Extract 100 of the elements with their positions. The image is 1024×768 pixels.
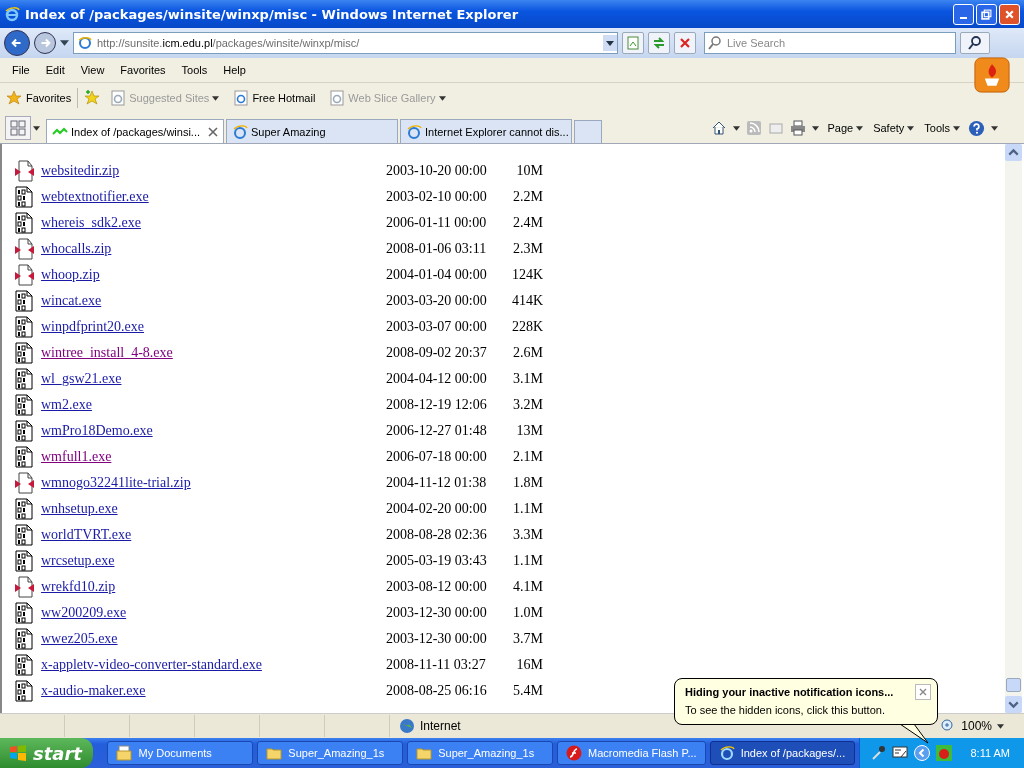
file-link[interactable]: winpdfprint20.exe xyxy=(41,319,386,335)
file-date: 2004-04-12 00:00 xyxy=(386,371,488,387)
scroll-thumb[interactable] xyxy=(1006,678,1021,692)
browser-icon xyxy=(718,745,735,761)
show-hidden-icons-icon[interactable] xyxy=(914,745,931,761)
menu-item[interactable]: File xyxy=(4,64,38,76)
close-tab-icon[interactable] xyxy=(208,126,218,137)
command-menu-button[interactable]: Safety xyxy=(871,122,917,134)
file-link[interactable]: x-audio-maker.exe xyxy=(41,683,386,699)
file-date: 2008-11-11 03:27 xyxy=(386,657,487,673)
home-icon[interactable] xyxy=(711,120,728,136)
file-size: 2.3M xyxy=(512,241,543,257)
compressed-file-icon xyxy=(14,264,34,286)
flame-logo-icon[interactable] xyxy=(974,57,1010,93)
minimize-button[interactable] xyxy=(953,3,974,25)
file-date: 2006-07-18 00:00 xyxy=(386,449,488,465)
file-date: 2003-08-12 00:00 xyxy=(386,579,488,595)
command-menu-button[interactable]: Page xyxy=(825,122,866,134)
file-size: 2.4M xyxy=(512,215,543,231)
dropdown-caret-icon[interactable] xyxy=(60,40,69,46)
keyboard-icon[interactable] xyxy=(892,745,909,761)
stop-button[interactable] xyxy=(674,32,696,54)
page-icon xyxy=(406,123,422,140)
search-field[interactable]: Live Search xyxy=(704,32,956,54)
file-link[interactable]: wwez205.exe xyxy=(41,631,386,647)
menu-item[interactable]: Tools xyxy=(173,64,216,76)
file-link[interactable]: wintree_install_4-8.exe xyxy=(41,345,386,361)
address-text: http://sunsite.icm.edu.pl/packages/winsite/winxp/misc/ xyxy=(97,37,361,49)
address-field[interactable]: http://sunsite.icm.edu.pl/packages/winsite/winxp/misc/ xyxy=(73,32,618,54)
file-size: 2.6M xyxy=(512,345,543,361)
browser-tab[interactable]: Index of /packages/winsi... xyxy=(46,119,224,143)
file-link[interactable]: wl_gsw21.exe xyxy=(41,371,386,387)
windows-logo-icon xyxy=(8,743,28,763)
caret-icon[interactable] xyxy=(997,723,1004,729)
zoom-level[interactable]: 100% xyxy=(961,719,992,733)
caret-icon[interactable] xyxy=(812,125,820,131)
clock: 8:11 AM xyxy=(970,747,1011,759)
taskbar-button[interactable]: Macromedia Flash P... xyxy=(557,741,706,765)
file-link[interactable]: whoop.zip xyxy=(41,267,386,283)
browser-tab[interactable]: Internet Explorer cannot dis... xyxy=(400,119,572,143)
vertical-scrollbar[interactable] xyxy=(1005,144,1022,713)
search-icon xyxy=(967,35,983,51)
flash-icon xyxy=(566,745,582,761)
close-icon xyxy=(1004,8,1015,20)
menu-item[interactable]: Edit xyxy=(37,64,73,76)
caret-icon[interactable] xyxy=(991,125,998,131)
binary-file-icon xyxy=(14,420,34,442)
file-link[interactable]: wmnogo32241lite-trial.zip xyxy=(41,475,386,491)
file-date: 2006-12-27 01:48 xyxy=(386,423,488,439)
file-link[interactable]: wm2.exe xyxy=(41,397,386,413)
close-button[interactable] xyxy=(915,684,931,700)
file-link[interactable]: worldTVRT.exe xyxy=(41,527,386,543)
search-icon xyxy=(707,35,723,51)
file-size: 1.1M xyxy=(512,553,543,569)
file-link[interactable]: x-appletv-video-converter-standard.exe xyxy=(41,657,386,673)
file-link[interactable]: websitedir.zip xyxy=(41,163,386,179)
caret-icon[interactable] xyxy=(733,125,741,131)
maximize-button[interactable] xyxy=(976,3,997,25)
scroll-down-icon[interactable] xyxy=(1005,696,1022,713)
file-link[interactable]: whocalls.zip xyxy=(41,241,386,257)
refresh-icon xyxy=(651,35,667,51)
taskbar-button[interactable]: Super_Amazing_1s xyxy=(407,741,553,765)
taskbar-button[interactable]: Super_Amazing_1s xyxy=(257,741,404,765)
search-button[interactable] xyxy=(960,32,990,54)
forward-button[interactable] xyxy=(34,32,56,54)
caret-icon xyxy=(907,125,915,131)
menu-item[interactable]: Help xyxy=(215,64,254,76)
binary-file-icon xyxy=(14,394,34,416)
file-link[interactable]: webtextnotifier.exe xyxy=(41,189,386,205)
refresh-button[interactable] xyxy=(648,32,670,54)
taskbar-button[interactable]: My Documents xyxy=(107,741,254,765)
binary-file-icon xyxy=(14,498,34,520)
printer-icon[interactable] xyxy=(790,120,807,136)
page-icon xyxy=(329,90,346,106)
taskbar-button[interactable]: Index of /packages/... xyxy=(709,741,856,765)
file-link[interactable]: wincat.exe xyxy=(41,293,386,309)
caret-icon[interactable] xyxy=(33,125,40,131)
command-menu-button[interactable]: Tools xyxy=(922,122,962,134)
file-size: 1.1M xyxy=(512,501,543,517)
file-date: 2008-12-19 12:06 xyxy=(386,397,488,413)
browser-tab[interactable]: Super Amazing xyxy=(226,119,398,143)
back-button[interactable] xyxy=(4,30,30,56)
file-link[interactable]: wmfull1.exe xyxy=(41,449,386,465)
file-link[interactable]: wmPro18Demo.exe xyxy=(41,423,386,439)
file-link[interactable]: wnhsetup.exe xyxy=(41,501,386,517)
binary-file-icon xyxy=(14,628,34,650)
favorites-button[interactable]: Favorites xyxy=(6,90,72,106)
minimize-icon xyxy=(960,17,967,19)
favorites-bar-link[interactable]: Free Hotmail xyxy=(229,90,320,106)
dropdown-caret-icon[interactable] xyxy=(603,34,617,52)
scroll-up-icon[interactable] xyxy=(1005,144,1022,161)
file-link[interactable]: ww200209.exe xyxy=(41,605,386,621)
file-link[interactable]: wrcsetup.exe xyxy=(41,553,386,569)
file-link[interactable]: wrekfd10.zip xyxy=(41,579,386,595)
help-icon[interactable] xyxy=(968,119,985,137)
menu-item[interactable]: View xyxy=(72,64,113,76)
microphone-icon[interactable] xyxy=(870,745,887,761)
file-size: 3.3M xyxy=(512,527,543,543)
file-link[interactable]: whereis_sdk2.exe xyxy=(41,215,386,231)
menu-item[interactable]: Favorites xyxy=(112,64,174,76)
